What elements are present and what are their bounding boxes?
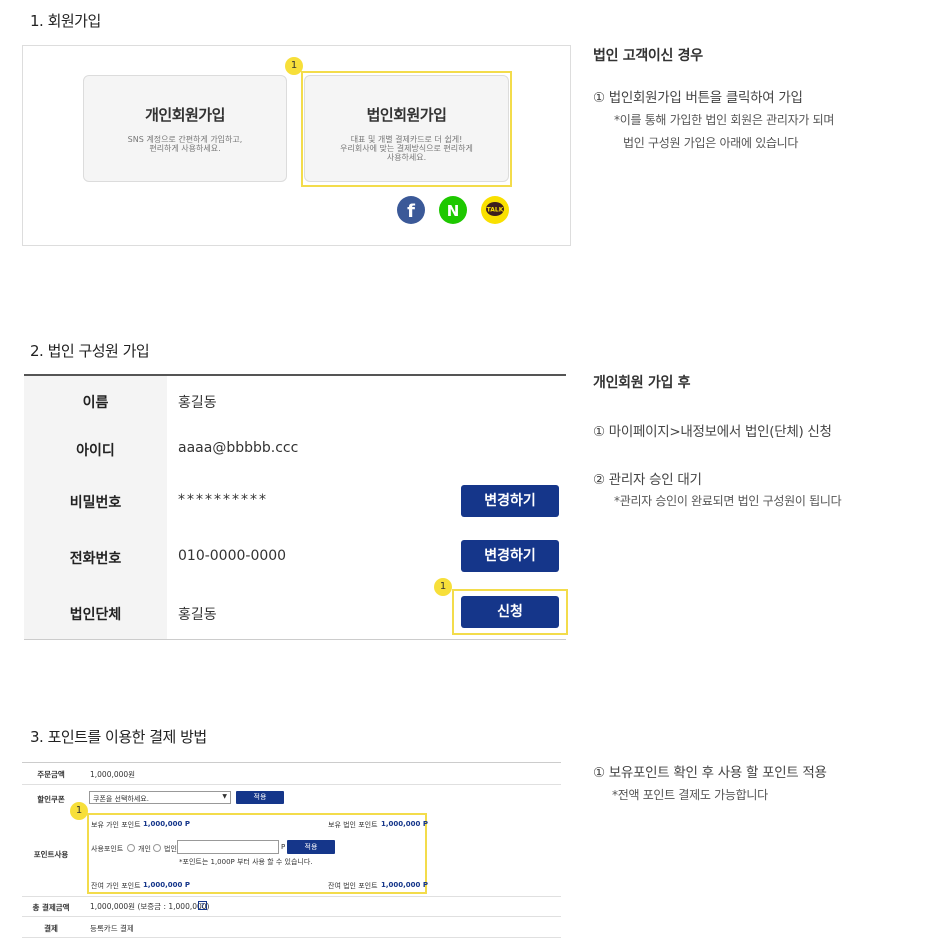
point-hint: *포인트는 1,000P 부터 사용 할 수 있습니다. [179, 858, 313, 866]
order-amount-label: 주문금액 [37, 770, 65, 779]
member-note-line: ② 관리자 승인 대기 [593, 472, 702, 488]
point-apply-button[interactable]: 적용 [287, 840, 335, 854]
name-label: 이름 [82, 395, 109, 411]
total-label: 총 결제금액 [32, 903, 70, 912]
personal-signup-card[interactable]: 개인회원가입 SNS 계정으로 간편하게 가입하고, 편리하게 사용하세요. [83, 75, 287, 182]
corporate-note-line: 법인 구성원 가입은 아래에 있습니다 [623, 136, 799, 150]
change-phone-button[interactable]: 변경하기 [461, 540, 559, 572]
corporate-group-label: 법인단체 [69, 607, 122, 623]
personal-signup-title: 개인회원가입 [145, 106, 225, 124]
point-use-label: 포인트사용 [33, 850, 69, 859]
phone-label: 전화번호 [69, 551, 122, 567]
use-point-label: 사용포인트 [91, 845, 124, 853]
personal-signup-desc: SNS 계정으로 간편하게 가입하고, 편리하게 사용하세요. [127, 135, 243, 153]
section3-title: 3. 포인트를 이용한 결제 방법 [30, 728, 207, 746]
facebook-icon[interactable]: f [397, 196, 425, 224]
payment-value: 등록카드 결제 [90, 924, 134, 933]
remain-corporate-label: 잔여 법인 포인트 [328, 882, 378, 890]
corporate-point-value: 1,000,000 P [381, 820, 428, 828]
personal-radio[interactable] [127, 844, 135, 852]
point-input[interactable] [177, 840, 279, 854]
kakaotalk-icon[interactable]: TALK [481, 196, 509, 224]
id-label: 아이디 [76, 443, 115, 459]
row-divider [22, 916, 561, 917]
coupon-label: 할인쿠폰 [37, 795, 65, 804]
section2-title: 2. 법인 구성원 가입 [30, 342, 150, 360]
step-badge: 1 [434, 578, 452, 596]
coupon-apply-button[interactable]: 적용 [236, 791, 284, 804]
section1-title: 1. 회원가입 [30, 12, 101, 30]
coupon-select[interactable]: 쿠폰을 선택하세요. ▼ [89, 791, 231, 804]
personal-point-label: 보유 가인 포인트 [91, 821, 141, 829]
corporate-note-heading: 법인 고객이신 경우 [593, 48, 703, 64]
order-amount-value: 1,000,000원 [90, 770, 136, 779]
highlight-box [452, 589, 568, 635]
point-unit: P [281, 843, 286, 851]
corporate-note-line: ① 법인회원가입 버튼을 클릭하여 가입 [593, 90, 803, 106]
id-value: aaaa@bbbbb.ccc [178, 440, 299, 456]
corporate-point-label: 보유 법인 포인트 [328, 821, 378, 829]
personal-point-value: 1,000,000 P [143, 820, 190, 828]
svg-text:N: N [447, 202, 460, 220]
row-divider [22, 937, 561, 938]
remain-personal-value: 1,000,000 P [143, 881, 190, 889]
corporate-note-line: *이를 통해 가입한 법인 회원은 관리자가 되며 [614, 113, 835, 127]
payment-label: 결제 [44, 924, 58, 933]
help-icon[interactable]: ? [198, 901, 207, 910]
password-label: 비밀번호 [69, 495, 122, 511]
phone-value: 010-0000-0000 [178, 548, 287, 564]
corporate-group-value: 홍길동 [178, 607, 217, 623]
password-value: ********** [178, 492, 268, 508]
step-badge: 1 [70, 802, 88, 820]
member-note-line: ① 마이페이지>내정보에서 법인(단체) 신청 [593, 424, 832, 440]
svg-text:f: f [407, 201, 415, 222]
svg-text:TALK: TALK [487, 207, 504, 214]
personal-radio-label: 개인 [138, 845, 151, 853]
row-divider [22, 896, 561, 897]
change-password-button[interactable]: 변경하기 [461, 485, 559, 517]
chevron-down-icon: ▼ [222, 793, 227, 800]
member-note-heading: 개인회원 가입 후 [593, 375, 691, 391]
member-note-line: *관리자 승인이 완료되면 법인 구성원이 됩니다 [614, 494, 842, 508]
corporate-radio-label: 법인 [164, 845, 177, 853]
point-note-line: ① 보유포인트 확인 후 사용 할 포인트 적용 [593, 765, 827, 781]
corporate-radio[interactable] [153, 844, 161, 852]
remain-personal-label: 잔여 가인 포인트 [91, 882, 141, 890]
point-note-line: *전액 포인트 결제도 가능합니다 [612, 788, 768, 802]
total-value: 1,000,000원 (보증금 : 1,000,000) [90, 902, 210, 911]
naver-icon[interactable]: N [439, 196, 467, 224]
highlight-box [301, 71, 512, 187]
step-badge: 1 [285, 57, 303, 75]
remain-corporate-value: 1,000,000 P [381, 881, 428, 889]
name-value: 홍길동 [178, 395, 217, 411]
coupon-select-text: 쿠폰을 선택하세요. [93, 795, 149, 803]
